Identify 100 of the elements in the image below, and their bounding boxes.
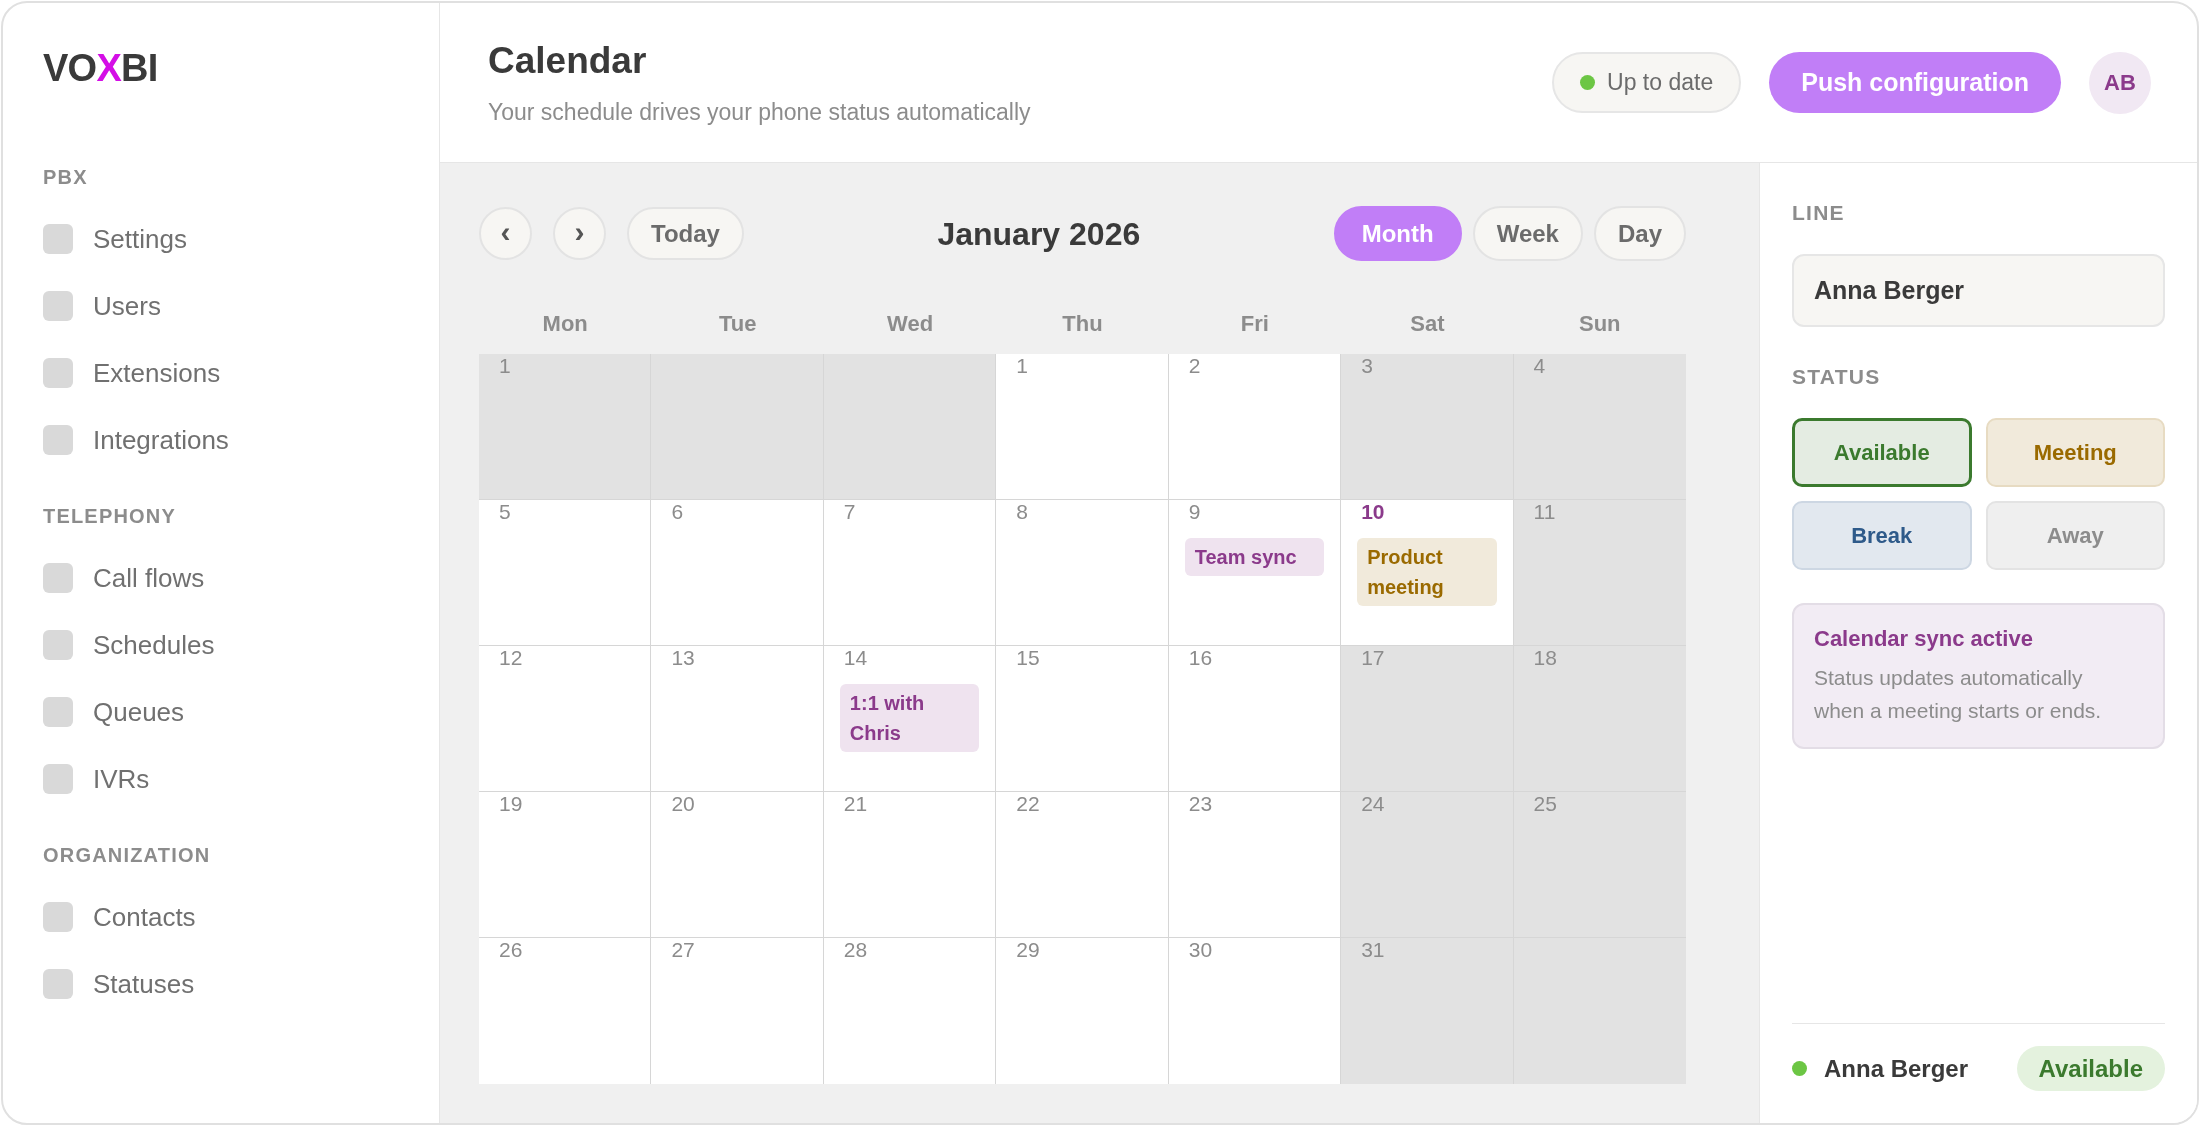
day-number: 3: [1361, 354, 1373, 378]
user-name: Anna Berger: [1824, 1053, 1969, 1084]
section-label: PBX: [43, 165, 88, 189]
push-configuration-button[interactable]: Push configuration: [1769, 52, 2061, 113]
status-option[interactable]: Available: [1792, 418, 1972, 487]
calendar-cell[interactable]: [823, 354, 997, 500]
nav-item[interactable]: Extensions: [43, 349, 227, 397]
calendar-cell[interactable]: 13: [651, 646, 824, 792]
nav-item[interactable]: Settings: [43, 215, 193, 263]
weekday-label: Sat: [1410, 310, 1445, 338]
calendar-cell[interactable]: 29: [996, 938, 1169, 1084]
day-number: 18: [1533, 646, 1557, 670]
calendar-cell[interactable]: 31: [1341, 938, 1514, 1084]
status-option[interactable]: Meeting: [1985, 418, 2165, 487]
day-number: 4: [1533, 354, 1546, 378]
calendar-cell[interactable]: 25: [1513, 792, 1686, 938]
day-number: 24: [1361, 792, 1385, 816]
status-option[interactable]: Away: [1985, 501, 2165, 570]
calendar-cell[interactable]: 8: [996, 500, 1169, 646]
square-icon: [43, 224, 73, 254]
calendar-cell[interactable]: 16: [1168, 646, 1342, 792]
sync-status-text: Up to date: [1607, 68, 1714, 98]
calendar-cell[interactable]: 30: [1168, 938, 1342, 1084]
view-tab[interactable]: Month: [1333, 206, 1462, 261]
calendar-cell[interactable]: 3: [1341, 354, 1514, 500]
calendar-cell[interactable]: 7: [823, 500, 997, 646]
section-label: ORGANIZATION: [43, 843, 211, 867]
day-number: 25: [1533, 792, 1557, 816]
calendar-cell[interactable]: 26: [479, 938, 652, 1084]
calendar-cell[interactable]: 1: [996, 354, 1169, 500]
day-number: 5: [499, 500, 511, 524]
next-button[interactable]: ›: [553, 207, 606, 260]
nav-item[interactable]: Integrations: [43, 416, 235, 464]
calendar-cell[interactable]: 28: [823, 938, 997, 1084]
view-tab[interactable]: Day: [1593, 206, 1686, 261]
calendar-cell[interactable]: 17: [1341, 646, 1514, 792]
previous-button[interactable]: ‹: [479, 207, 532, 260]
day-number: 9: [1188, 500, 1201, 524]
square-icon: [43, 358, 73, 388]
day-number: 17: [1361, 646, 1385, 670]
day-number: 10: [1361, 500, 1385, 524]
calendar-cell[interactable]: [1513, 938, 1686, 1084]
calendar-cell[interactable]: 22: [996, 792, 1169, 938]
view-tab[interactable]: Week: [1472, 206, 1583, 261]
nav-item[interactable]: Users: [43, 282, 167, 330]
calendar-cell[interactable]: [651, 354, 824, 500]
weekday-label: Wed: [887, 310, 934, 338]
event-chip[interactable]: 1:1 with Chris: [839, 684, 980, 752]
status-badge: Available: [2016, 1046, 2165, 1091]
weekday-label: Tue: [718, 310, 757, 338]
calendar-cell[interactable]: 10 Product meeting: [1341, 500, 1514, 646]
nav-item[interactable]: Contacts: [43, 893, 202, 941]
nav-item[interactable]: Statuses: [43, 960, 201, 1008]
day-number: 6: [671, 500, 684, 524]
day-number: 23: [1188, 792, 1213, 816]
event-chip[interactable]: Team sync: [1184, 538, 1325, 576]
day-number: 22: [1016, 792, 1040, 816]
day-number: 29: [1016, 938, 1040, 962]
square-icon: [43, 563, 73, 593]
event-chip[interactable]: Product meeting: [1357, 538, 1497, 606]
section-label: TELEPHONY: [43, 504, 177, 528]
day-number: 2: [1188, 354, 1201, 378]
calendar-cell[interactable]: 4: [1513, 354, 1686, 500]
day-number: 15: [1016, 646, 1040, 670]
day-number: 20: [671, 792, 695, 816]
nav-item[interactable]: Schedules: [43, 621, 221, 669]
calendar-cell[interactable]: 20: [651, 792, 824, 938]
nav-item[interactable]: IVRs: [43, 755, 156, 803]
day-number: 27: [671, 938, 695, 962]
calendar-cell[interactable]: 9 Team sync: [1168, 500, 1342, 646]
day-number: 21: [843, 792, 868, 816]
calendar-cell[interactable]: 24: [1341, 792, 1514, 938]
nav-item[interactable]: Queues: [43, 688, 191, 736]
calendar-cell[interactable]: 6: [651, 500, 824, 646]
avatar[interactable]: AB: [2089, 51, 2151, 114]
day-number: 14: [843, 646, 868, 670]
calendar-cell[interactable]: 11: [1513, 500, 1686, 646]
calendar-cell[interactable]: 18: [1513, 646, 1686, 792]
calendar-cell[interactable]: 14 1:1 with Chris: [823, 646, 997, 792]
calendar-cell[interactable]: 1: [479, 354, 652, 500]
calendar-cell[interactable]: 19: [479, 792, 652, 938]
calendar-cell[interactable]: 12: [479, 646, 652, 792]
today-button[interactable]: Today: [627, 207, 744, 260]
calendar-cell[interactable]: 15: [996, 646, 1169, 792]
calendar-cell[interactable]: 5: [479, 500, 652, 646]
calendar-cell[interactable]: 21: [823, 792, 997, 938]
status-label: STATUS: [1792, 364, 1881, 390]
day-number: 31: [1361, 938, 1385, 962]
day-number: 30: [1188, 938, 1213, 962]
day-number: 19: [499, 792, 523, 816]
logo: VOXBI: [43, 46, 158, 90]
info-text: Status updates automatically when a meeting starts or ends.: [1814, 665, 2103, 724]
nav-item[interactable]: Call flows: [43, 554, 211, 602]
status-option[interactable]: Break: [1792, 501, 1972, 570]
calendar-cell[interactable]: 2: [1168, 354, 1342, 500]
square-icon: [43, 764, 73, 794]
month-title: January 2026: [937, 214, 1141, 254]
calendar-cell[interactable]: 27: [651, 938, 824, 1084]
line-field[interactable]: Anna Berger: [1792, 254, 2165, 327]
calendar-cell[interactable]: 23: [1168, 792, 1342, 938]
